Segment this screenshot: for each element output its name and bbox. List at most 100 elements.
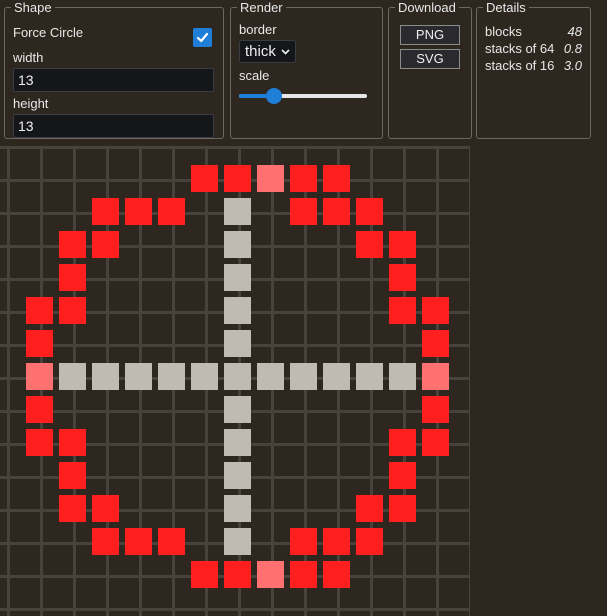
circle-block bbox=[125, 528, 152, 555]
axis-marker-cell bbox=[224, 528, 251, 555]
circle-block bbox=[356, 231, 383, 258]
circle-block bbox=[290, 198, 317, 225]
axis-marker-cell bbox=[389, 363, 416, 390]
circle-block bbox=[92, 528, 119, 555]
height-label: height bbox=[13, 96, 49, 111]
force-circle-checkbox[interactable] bbox=[193, 27, 212, 47]
axis-marker-cell bbox=[92, 363, 119, 390]
axis-marker-cell bbox=[224, 231, 251, 258]
circle-block bbox=[323, 198, 350, 225]
download-legend: Download bbox=[398, 0, 456, 15]
circle-block bbox=[92, 231, 119, 258]
scale-label: scale bbox=[239, 68, 270, 83]
circle-block bbox=[26, 429, 53, 456]
circle-block bbox=[389, 264, 416, 291]
axis-marker-cell bbox=[323, 363, 350, 390]
circle-block-axis bbox=[422, 363, 449, 390]
detail-row-stacks-16: stacks of 16 3.0 bbox=[485, 57, 582, 74]
render-legend: Render bbox=[240, 0, 283, 15]
detail-label: stacks of 16 bbox=[485, 58, 555, 73]
circle-block bbox=[290, 561, 317, 588]
circle-block bbox=[389, 495, 416, 522]
force-circle-label: Force Circle bbox=[13, 25, 84, 40]
axis-marker-cell bbox=[224, 495, 251, 522]
axis-marker-cell bbox=[224, 396, 251, 423]
circle-block bbox=[26, 297, 53, 324]
axis-marker-cell bbox=[290, 363, 317, 390]
detail-value: 48 bbox=[567, 24, 582, 39]
circle-block-axis bbox=[257, 165, 284, 192]
circle-block bbox=[92, 198, 119, 225]
circle-block bbox=[191, 561, 218, 588]
circle-block bbox=[59, 264, 86, 291]
axis-marker-cell bbox=[224, 363, 251, 390]
circle-block bbox=[323, 528, 350, 555]
axis-marker-cell bbox=[224, 198, 251, 225]
circle-block bbox=[422, 396, 449, 423]
border-select[interactable]: thick bbox=[239, 40, 296, 63]
circle-block bbox=[389, 429, 416, 456]
circle-block bbox=[323, 561, 350, 588]
circle-block bbox=[422, 297, 449, 324]
details-legend: Details bbox=[486, 0, 526, 15]
circle-preview-canvas bbox=[0, 146, 470, 616]
circle-block bbox=[59, 231, 86, 258]
circle-block bbox=[224, 561, 251, 588]
circle-block bbox=[158, 528, 185, 555]
axis-marker-cell bbox=[191, 363, 218, 390]
circle-block bbox=[26, 396, 53, 423]
download-panel: Download PNG SVG bbox=[388, 0, 472, 139]
circle-block bbox=[224, 165, 251, 192]
circle-block bbox=[323, 165, 350, 192]
axis-marker-cell bbox=[224, 462, 251, 489]
circle-block-axis bbox=[26, 363, 53, 390]
circle-block bbox=[59, 462, 86, 489]
detail-label: blocks bbox=[485, 24, 522, 39]
circle-block bbox=[59, 495, 86, 522]
svg-button[interactable]: SVG bbox=[400, 49, 460, 69]
axis-marker-cell bbox=[224, 429, 251, 456]
circle-block bbox=[389, 297, 416, 324]
height-input[interactable] bbox=[13, 114, 214, 138]
detail-label: stacks of 64 bbox=[485, 41, 555, 56]
scale-slider[interactable] bbox=[239, 88, 367, 104]
axis-marker-cell bbox=[257, 363, 284, 390]
axis-marker-cell bbox=[125, 363, 152, 390]
circle-block bbox=[290, 528, 317, 555]
axis-marker-cell bbox=[224, 330, 251, 357]
circle-block bbox=[356, 495, 383, 522]
axis-marker-cell bbox=[356, 363, 383, 390]
circle-block bbox=[158, 198, 185, 225]
circle-block bbox=[356, 528, 383, 555]
checkmark-icon bbox=[196, 32, 209, 42]
detail-row-stacks-64: stacks of 64 0.8 bbox=[485, 40, 582, 57]
circle-block bbox=[191, 165, 218, 192]
border-label: border bbox=[239, 22, 277, 37]
png-button[interactable]: PNG bbox=[400, 25, 460, 45]
chevron-down-icon bbox=[281, 48, 290, 55]
axis-marker-cell bbox=[59, 363, 86, 390]
circle-block bbox=[125, 198, 152, 225]
force-circle-row: Force Circle bbox=[13, 22, 215, 47]
border-select-value: thick bbox=[245, 43, 276, 60]
circle-block bbox=[26, 330, 53, 357]
circle-block bbox=[92, 495, 119, 522]
shape-legend: Shape bbox=[14, 0, 52, 15]
render-panel: Render border thick scale bbox=[230, 0, 383, 139]
circle-block bbox=[59, 297, 86, 324]
width-input[interactable] bbox=[13, 68, 214, 92]
shape-panel: Shape Force Circle width height bbox=[4, 0, 224, 139]
circle-block bbox=[389, 462, 416, 489]
detail-value: 0.8 bbox=[563, 41, 582, 56]
scale-slider-thumb[interactable] bbox=[265, 88, 282, 104]
axis-marker-cell bbox=[224, 264, 251, 291]
circle-block bbox=[290, 165, 317, 192]
circle-block bbox=[59, 429, 86, 456]
width-label: width bbox=[13, 50, 44, 65]
circle-block bbox=[422, 429, 449, 456]
axis-marker-cell bbox=[158, 363, 185, 390]
circle-block bbox=[389, 231, 416, 258]
detail-value: 3.0 bbox=[563, 58, 582, 73]
circle-block-axis bbox=[257, 561, 284, 588]
circle-block bbox=[422, 330, 449, 357]
